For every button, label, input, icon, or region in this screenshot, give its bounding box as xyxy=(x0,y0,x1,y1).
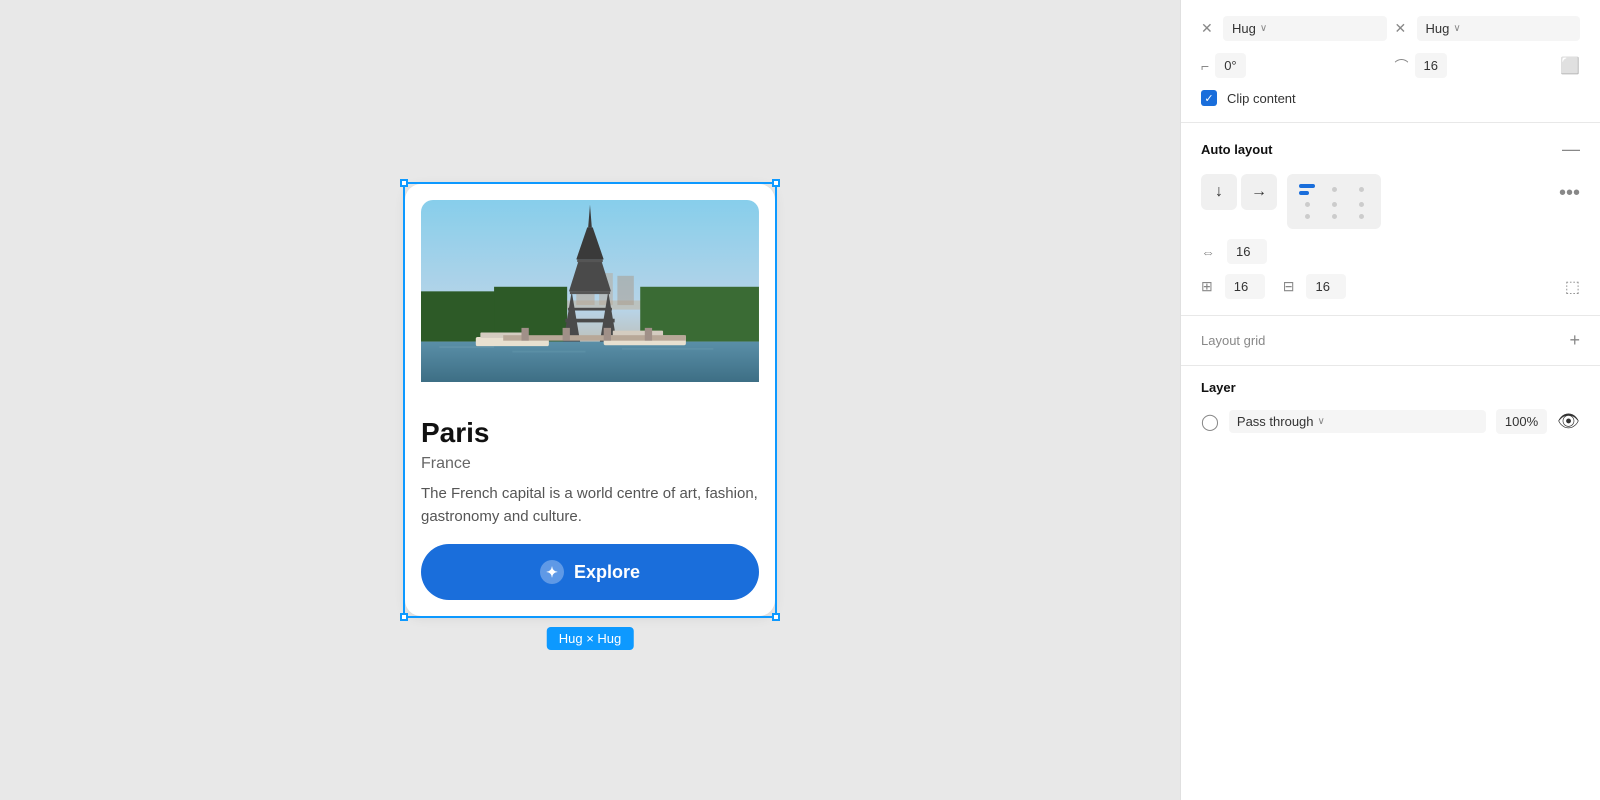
dimensions-section: ✕ Hug ∨ ✕ Hug ∨ ⌐ 0° xyxy=(1181,0,1600,123)
layout-grid-add-button[interactable]: + xyxy=(1569,330,1580,351)
align-dot-6 xyxy=(1305,214,1310,219)
handle-bottom-right[interactable] xyxy=(772,613,780,621)
gap-icon: ⇔ xyxy=(1201,244,1215,260)
handle-bottom-left[interactable] xyxy=(400,613,408,621)
description-text: The French capital is a world centre of … xyxy=(421,483,759,528)
right-arrow-icon: → xyxy=(1251,183,1267,201)
padding-v-field[interactable]: 16 xyxy=(1306,274,1346,299)
direction-right-button[interactable]: → xyxy=(1241,174,1277,210)
padding-h-icon: ⊞ xyxy=(1201,278,1213,295)
height-group: ✕ Hug ∨ xyxy=(1395,16,1581,41)
align-dot-1 xyxy=(1332,187,1337,192)
layer-row: ◯ Pass through ∨ 100% 👁 xyxy=(1201,409,1580,434)
rotation-value: 0° xyxy=(1224,58,1236,73)
layout-grid-section: Layout grid + xyxy=(1181,316,1600,366)
explore-button[interactable]: ✦ Explore xyxy=(421,544,759,600)
corner-radius-group: ⌒ 16 ⬜ xyxy=(1395,53,1581,78)
align-dot-5 xyxy=(1359,202,1364,207)
blend-mode-value: Pass through xyxy=(1237,414,1314,429)
right-panel: ✕ Hug ∨ ✕ Hug ∨ ⌐ 0° xyxy=(1180,0,1600,800)
padding-h-field[interactable]: 16 xyxy=(1225,274,1265,299)
corner-radius-field[interactable]: 16 xyxy=(1415,53,1447,78)
clip-content-row: ✓ Clip content xyxy=(1201,90,1580,106)
direction-buttons: ↓ → xyxy=(1201,174,1277,210)
layer-header: Layer xyxy=(1201,380,1580,395)
height-field[interactable]: Hug ∨ xyxy=(1417,16,1581,41)
corner-radius-value: 16 xyxy=(1424,58,1438,73)
align-bar-1 xyxy=(1299,184,1315,188)
width-value: Hug xyxy=(1232,21,1256,36)
opacity-field[interactable]: 100% xyxy=(1496,409,1547,434)
handle-top-left[interactable] xyxy=(400,179,408,187)
align-dot-4 xyxy=(1332,202,1337,207)
rotation-icon: ⌐ xyxy=(1201,58,1209,74)
padding-edge-icon: ⬚ xyxy=(1565,277,1580,297)
width-icon: ✕ xyxy=(1201,20,1217,37)
hug-label: Hug × Hug xyxy=(547,627,634,650)
card-image xyxy=(421,200,759,400)
layer-section: Layer ◯ Pass through ∨ 100% 👁 xyxy=(1181,366,1600,448)
auto-layout-title: Auto layout xyxy=(1201,142,1273,157)
gap-field[interactable]: 16 xyxy=(1227,239,1267,264)
clip-icon: ⬜ xyxy=(1560,56,1580,76)
align-bar-2 xyxy=(1299,191,1309,195)
more-icon: ••• xyxy=(1559,182,1580,204)
padding-row-1: ⊞ 16 ⊟ 16 ⬚ xyxy=(1201,274,1580,299)
gap-row: ⇔ 16 xyxy=(1201,239,1580,264)
alignment-grid[interactable] xyxy=(1287,174,1381,229)
height-dropdown-arrow: ∨ xyxy=(1453,23,1460,34)
direction-row-1: ↓ → xyxy=(1201,174,1277,210)
padding-h-value: 16 xyxy=(1234,279,1248,294)
opacity-icon: ◯ xyxy=(1201,412,1219,432)
height-value: Hug xyxy=(1426,21,1450,36)
corner-radius-icon: ⌒ xyxy=(1395,56,1409,76)
layout-grid-header: Layout grid + xyxy=(1201,330,1580,351)
padding-v-icon: ⊟ xyxy=(1283,278,1295,295)
layout-grid-title: Layout grid xyxy=(1201,333,1265,348)
explore-button-label: Explore xyxy=(574,562,640,583)
align-dot-2 xyxy=(1359,187,1364,192)
padding-v-value: 16 xyxy=(1315,279,1329,294)
autolayout-controls: ↓ → xyxy=(1201,174,1580,229)
rotation-field[interactable]: 0° xyxy=(1215,53,1245,78)
width-field[interactable]: Hug ∨ xyxy=(1223,16,1387,41)
dimensions-row: ✕ Hug ∨ ✕ Hug ∨ xyxy=(1201,16,1580,41)
auto-layout-header: Auto layout — xyxy=(1201,139,1580,160)
blend-mode-dropdown[interactable]: Pass through ∨ xyxy=(1229,410,1486,433)
align-dot-8 xyxy=(1359,214,1364,219)
card-content: Paris France The French capital is a wor… xyxy=(421,416,759,529)
width-group: ✕ Hug ∨ xyxy=(1201,16,1387,41)
paris-card: Paris France The French capital is a wor… xyxy=(405,184,775,617)
check-icon: ✓ xyxy=(1204,92,1213,105)
transform-row: ⌐ 0° ⌒ 16 ⬜ xyxy=(1201,53,1580,78)
blend-mode-arrow: ∨ xyxy=(1318,416,1325,427)
compass-icon: ✦ xyxy=(540,560,564,584)
layer-title: Layer xyxy=(1201,380,1236,395)
opacity-value: 100% xyxy=(1505,414,1538,429)
auto-layout-section: Auto layout — ↓ → xyxy=(1181,123,1600,316)
direction-down-button[interactable]: ↓ xyxy=(1201,174,1237,210)
more-options-button[interactable]: ••• xyxy=(1559,182,1580,205)
align-bars-active xyxy=(1299,184,1315,195)
auto-layout-remove-icon[interactable]: — xyxy=(1562,139,1580,160)
down-arrow-icon: ↓ xyxy=(1215,183,1223,201)
rotation-group: ⌐ 0° xyxy=(1201,53,1387,78)
align-dot-7 xyxy=(1332,214,1337,219)
height-icon: ✕ xyxy=(1395,20,1411,37)
gap-value: 16 xyxy=(1236,244,1250,259)
width-dropdown-arrow: ∨ xyxy=(1260,23,1267,34)
canvas: Paris France The French capital is a wor… xyxy=(0,0,1180,800)
clip-content-label: Clip content xyxy=(1227,91,1296,106)
clip-content-checkbox[interactable]: ✓ xyxy=(1201,90,1217,106)
country-name: France xyxy=(421,455,759,473)
visibility-toggle[interactable]: 👁 xyxy=(1557,411,1580,432)
align-dot-3 xyxy=(1305,202,1310,207)
handle-top-right[interactable] xyxy=(772,179,780,187)
card-selection-wrapper[interactable]: Paris France The French capital is a wor… xyxy=(405,184,775,617)
city-name: Paris xyxy=(421,416,759,450)
